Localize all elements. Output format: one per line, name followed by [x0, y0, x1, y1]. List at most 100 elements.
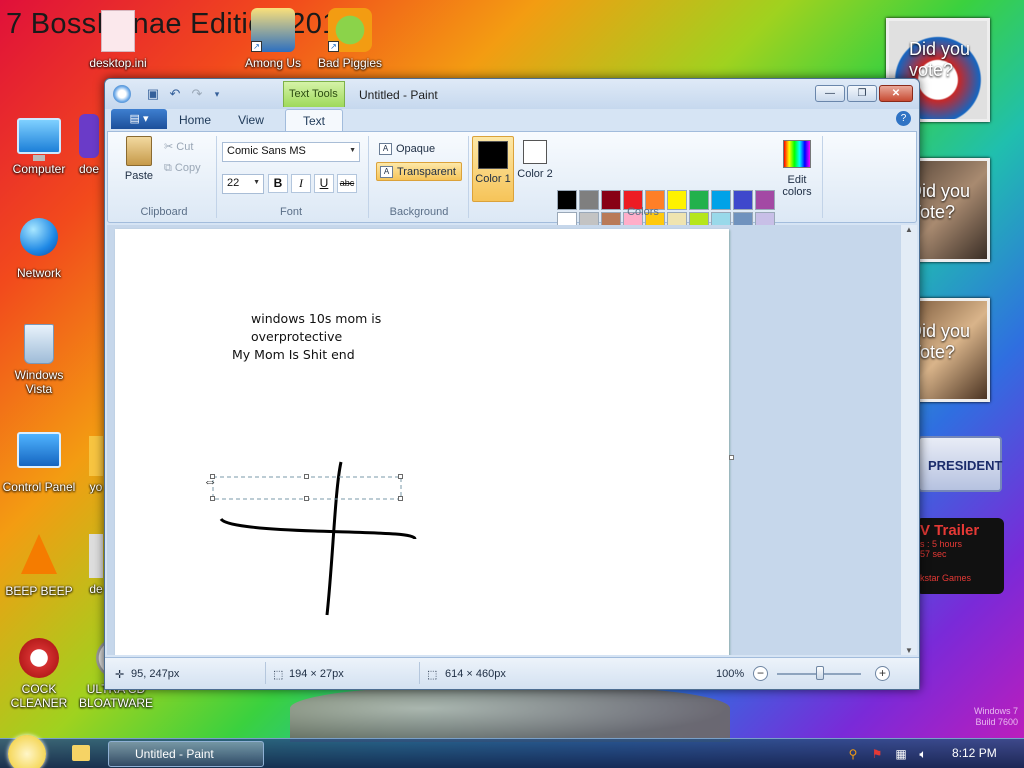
edit-colors-label: Edit colors	[782, 174, 812, 198]
font-family-select[interactable]: Comic Sans MS ▼	[222, 142, 360, 162]
desktop-icon-control-panel[interactable]: Control Panel	[0, 432, 79, 494]
network-icon[interactable]: ▦	[894, 747, 908, 761]
resize-handle[interactable]	[210, 496, 215, 501]
copy-label: Copy	[174, 162, 201, 174]
save-icon[interactable]: ▣	[145, 86, 161, 102]
copy-button[interactable]: ⧉ Copy	[164, 162, 201, 175]
font-size-select[interactable]: 22 ▼	[222, 174, 264, 194]
resize-handle[interactable]	[304, 474, 309, 479]
vertical-scrollbar[interactable]: ▲ ▼	[901, 225, 917, 655]
trailer-countdown: s : 5 hours	[920, 539, 963, 549]
color-1-button[interactable]: Color 1	[472, 136, 514, 202]
image-size-icon: ⬚	[427, 669, 438, 681]
scroll-down-icon[interactable]: ▼	[901, 646, 917, 655]
trailer-gadget[interactable]: V Trailer s : 5 hours 57 sec kstar Games	[916, 518, 1004, 594]
tab-home[interactable]: Home	[177, 109, 213, 131]
flag-icon[interactable]: ⚑	[870, 747, 884, 761]
transparent-option[interactable]: A Transparent	[376, 162, 462, 181]
status-separator	[419, 662, 420, 684]
close-button[interactable]: ✕	[879, 85, 913, 102]
desktop-icon-network[interactable]: Network	[0, 218, 79, 280]
desktop-icon-beep-beep[interactable]: BEEP BEEP	[0, 534, 79, 598]
desktop-icon-computer[interactable]: Computer	[0, 114, 79, 176]
paint-window[interactable]: ▣ ↶ ↷ ▾ Text Tools Untitled - Paint — ❐ …	[104, 78, 920, 690]
desktop-icon-label: COCK CLEANER	[10, 682, 68, 710]
ribbon-tabs: ▤ ▾ Home View Text ?	[105, 109, 919, 131]
drawing-canvas[interactable]: windows 10s mom is overprotective My Mom…	[115, 229, 729, 655]
desktop-icon-de[interactable]: de	[86, 534, 106, 596]
paint-menu-button[interactable]: ▤ ▾	[111, 109, 167, 129]
clock[interactable]: 8:12 PM	[952, 746, 997, 760]
edit-colors-button[interactable]: Edit colors	[776, 136, 818, 202]
ribbon-separator	[822, 136, 823, 218]
background-group-label: Background	[389, 206, 449, 218]
president-gadget[interactable]: PRESIDENT	[918, 436, 1002, 492]
zoom-out-button[interactable]: −	[753, 666, 768, 681]
app-icon	[89, 534, 103, 578]
desktop-icon-doe[interactable]: doe	[72, 114, 106, 176]
control-panel-icon	[17, 432, 61, 468]
volume-icon[interactable]: 🔈︎	[916, 747, 930, 761]
cursor-position: 95, 247px	[131, 668, 180, 680]
scroll-up-icon[interactable]: ▲	[901, 225, 917, 234]
paint-app-icon[interactable]	[113, 85, 131, 103]
selection-size: 194 × 27px	[289, 668, 344, 680]
scissors-icon: ✂	[164, 141, 177, 153]
zoom-in-button[interactable]: +	[875, 666, 890, 681]
canvas-area[interactable]: windows 10s mom is overprotective My Mom…	[107, 225, 901, 655]
opaque-option[interactable]: A Opaque	[376, 140, 462, 159]
trailer-title: V Trailer	[920, 522, 980, 539]
tab-view[interactable]: View	[233, 109, 269, 131]
color-2-button[interactable]: Color 2	[514, 136, 556, 202]
search-icon[interactable]: ⚲	[846, 747, 860, 761]
watermark-line: Build 7600	[975, 717, 1018, 727]
palette-color-swatch[interactable]	[755, 190, 775, 210]
resize-handle[interactable]	[304, 496, 309, 501]
taskbar-item-paint[interactable]: Untitled - Paint	[108, 741, 264, 767]
desktop-icon-label: Among Us	[244, 56, 302, 70]
app-icon	[79, 114, 99, 158]
italic-button[interactable]: I	[291, 174, 311, 193]
gadget-text: Did you Vote?	[909, 181, 971, 222]
desktop-icon-yo[interactable]: yo	[86, 436, 106, 494]
tab-text[interactable]: Text	[285, 109, 343, 131]
gadget-text: Did you vote?	[909, 39, 971, 80]
strikethrough-button[interactable]: abc	[337, 174, 357, 193]
restore-button[interactable]: ❐	[847, 85, 877, 102]
help-icon[interactable]: ?	[896, 111, 911, 126]
font-family-value: Comic Sans MS	[227, 145, 306, 157]
cut-button[interactable]: ✂ Cut	[164, 140, 193, 153]
chevron-down-icon: ▼	[253, 179, 260, 186]
bad-piggies-icon: ↗	[328, 8, 372, 52]
ribbon-separator	[368, 136, 369, 218]
paste-label: Paste	[124, 170, 154, 182]
paste-button[interactable]: Paste	[118, 136, 160, 182]
redo-icon[interactable]: ↷	[189, 86, 205, 102]
desktop-icon-windows-vista[interactable]: Windows Vista	[0, 324, 79, 396]
undo-icon[interactable]: ↶	[167, 86, 183, 102]
opaque-label: Opaque	[396, 143, 436, 155]
resize-handle[interactable]	[398, 496, 403, 501]
zoom-slider-thumb[interactable]	[816, 666, 824, 680]
shortcut-arrow-icon: ↗	[251, 41, 262, 52]
bold-button[interactable]: B	[268, 174, 288, 193]
desktop-icon-cock-cleaner[interactable]: COCK CLEANER	[0, 638, 79, 710]
customize-toolbar-icon[interactable]: ▾	[209, 86, 225, 102]
start-button[interactable]	[8, 735, 46, 768]
desktop-icon-among-us[interactable]: ↗ Among Us	[233, 8, 313, 70]
resize-handle[interactable]	[398, 474, 403, 479]
explorer-icon[interactable]	[72, 745, 90, 761]
underline-button[interactable]: U	[314, 174, 334, 193]
desktop-icon-label: yo	[89, 480, 103, 494]
desktop-icon-label: Bad Piggies	[317, 56, 383, 70]
cut-label: Cut	[176, 141, 194, 153]
minimize-button[interactable]: —	[815, 85, 845, 102]
desktop-icon-desktop-ini[interactable]: desktop.ini	[78, 10, 158, 70]
status-separator	[265, 662, 266, 684]
selection-size-icon: ⬚	[273, 669, 284, 681]
desktop-icon-bad-piggies[interactable]: ↗ Bad Piggies	[310, 8, 390, 70]
opaque-icon: A	[379, 143, 392, 155]
desktop-icon-label: doe	[78, 162, 100, 176]
title-bar[interactable]: ▣ ↶ ↷ ▾ Text Tools Untitled - Paint — ❐ …	[105, 79, 919, 109]
canvas-resize-handle[interactable]	[729, 455, 734, 460]
